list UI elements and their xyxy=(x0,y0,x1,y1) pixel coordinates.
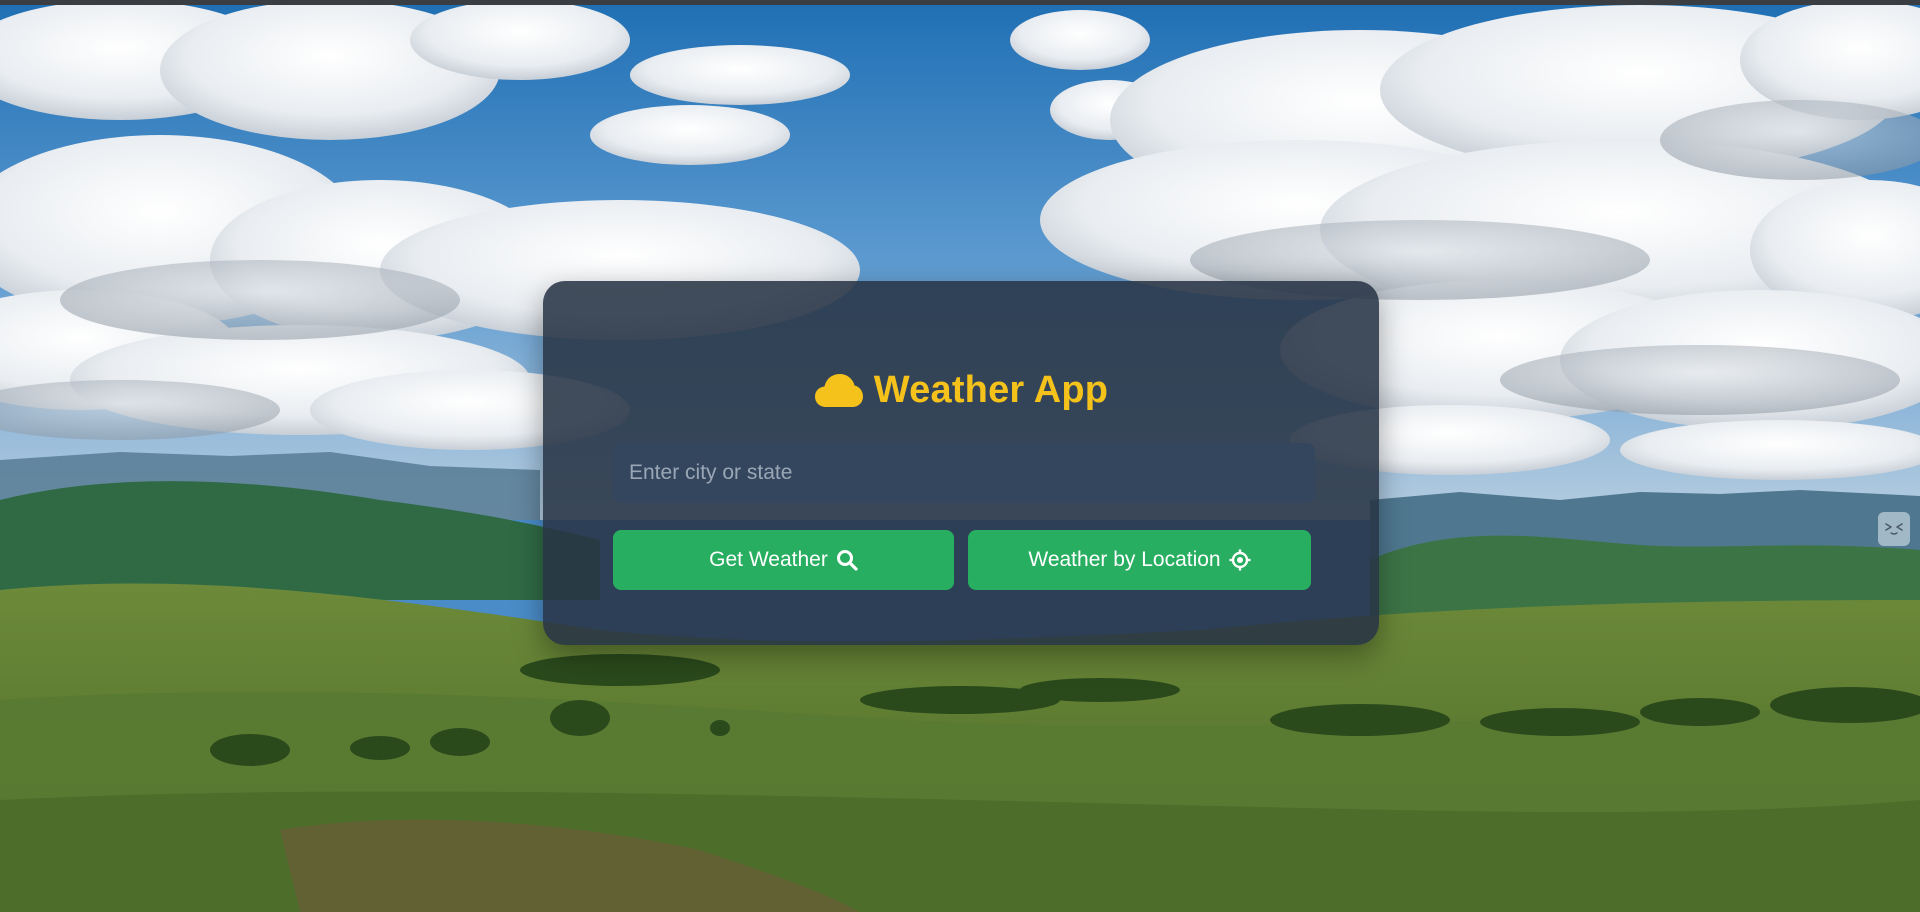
assistant-face-icon xyxy=(1883,518,1905,541)
city-search-input[interactable] xyxy=(613,443,1315,503)
title-row: Weather App xyxy=(543,369,1379,412)
get-weather-label: Get Weather xyxy=(709,548,828,571)
weather-by-location-label: Weather by Location xyxy=(1028,548,1221,571)
crosshair-icon xyxy=(1229,549,1251,571)
cloud-icon xyxy=(814,373,864,409)
get-weather-button[interactable]: Get Weather xyxy=(613,530,954,590)
weather-by-location-button[interactable]: Weather by Location xyxy=(968,530,1311,590)
side-assistant-button[interactable] xyxy=(1878,512,1910,546)
weather-card: Weather App Get Weather Weather by Locat… xyxy=(543,281,1379,645)
search-icon xyxy=(836,549,858,571)
app-title: Weather App xyxy=(873,369,1109,411)
window-top-strip xyxy=(0,0,1920,5)
